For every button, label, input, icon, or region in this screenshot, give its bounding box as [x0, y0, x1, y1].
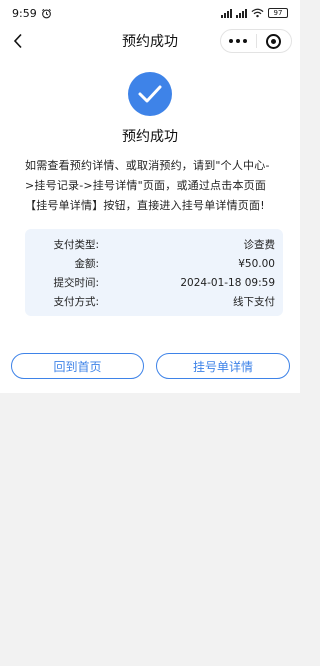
check-icon: [138, 85, 162, 103]
signal-icon-2: [236, 8, 247, 18]
battery-level: 97: [273, 8, 283, 17]
more-dots-icon: [229, 39, 248, 43]
info-value: 诊查费: [243, 239, 276, 251]
wifi-icon: [251, 8, 264, 18]
alarm-clock-icon: [41, 8, 51, 18]
info-row-submit-time: 提交时间: 2024-01-18 09:59: [33, 273, 275, 292]
info-value: ¥50.00: [238, 257, 275, 270]
success-badge: [128, 72, 172, 116]
status-left: 9:59: [12, 7, 52, 20]
target-icon: [266, 33, 282, 49]
success-title: 预约成功: [122, 129, 178, 145]
info-label: 支付类型:: [53, 239, 99, 251]
back-to-home-button[interactable]: 回到首页: [11, 353, 144, 379]
signal-icon: [221, 8, 232, 18]
status-time: 9:59: [12, 6, 37, 20]
chevron-left-icon: [13, 33, 22, 49]
close-button[interactable]: [256, 30, 291, 52]
result-panel: 预约成功 如需查看预约详情、或取消预约，请到"个人中心->挂号记录->挂号详情"…: [0, 56, 300, 393]
battery-icon: 97: [268, 8, 288, 18]
back-button[interactable]: [10, 32, 26, 50]
page-title: 预约成功: [122, 34, 178, 50]
info-label: 金额:: [74, 258, 99, 270]
info-label: 支付方式:: [53, 296, 99, 308]
registration-detail-button[interactable]: 挂号单详情: [156, 353, 290, 379]
status-right: 97: [221, 8, 288, 18]
info-value: 线下支付: [233, 296, 275, 308]
nav-bar: 预约成功: [0, 26, 300, 56]
hint-text: 如需查看预约详情、或取消预约，请到"个人中心->挂号记录->挂号详情"页面，或通…: [25, 159, 270, 212]
info-value: 2024-01-18 09:59: [180, 276, 275, 289]
info-row-amount: 金额: ¥50.00: [33, 254, 275, 273]
info-row-payment-type: 支付类型: 诊查费: [33, 235, 275, 254]
mini-program-capsule: [220, 29, 292, 53]
more-button[interactable]: [221, 30, 256, 52]
payment-info-card: 支付类型: 诊查费 金额: ¥50.00 提交时间: 2024-01-18 09…: [25, 229, 283, 316]
info-label: 提交时间:: [53, 277, 99, 289]
info-row-payment-method: 支付方式: 线下支付: [33, 292, 275, 311]
status-bar: 9:59 97: [0, 0, 300, 26]
